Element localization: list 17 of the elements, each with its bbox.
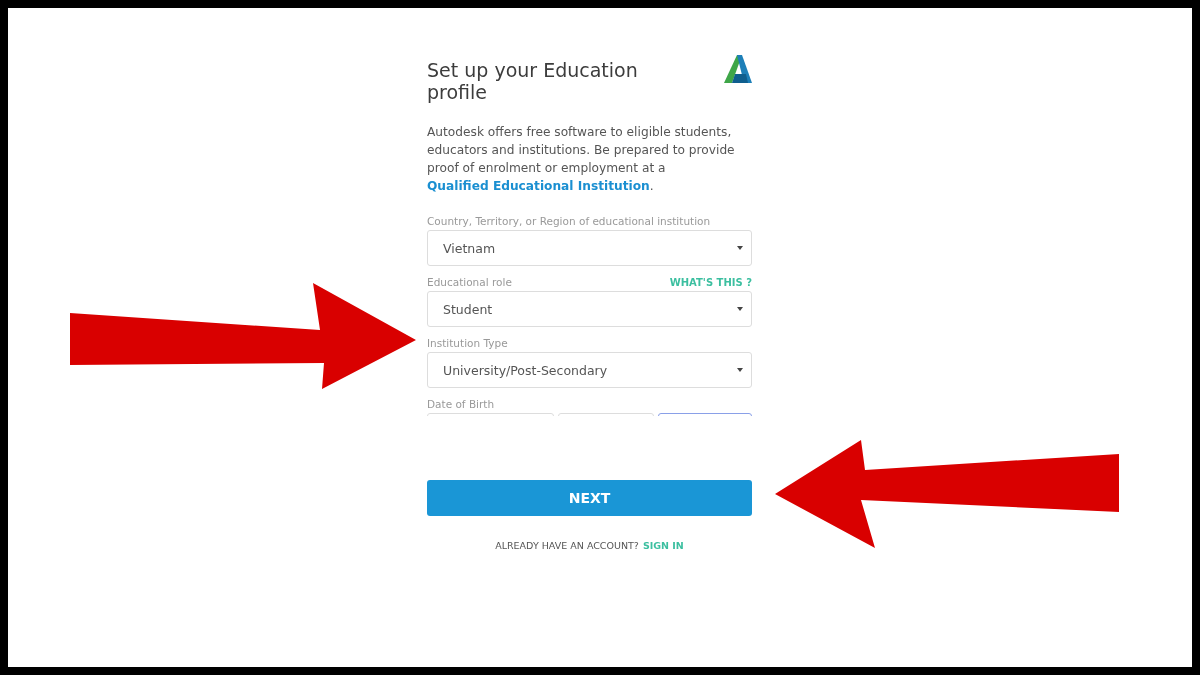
dropdown-field[interactable]: Student <box>427 291 752 327</box>
next-button[interactable]: NEXT <box>427 480 752 516</box>
caret-icon <box>737 246 743 250</box>
account-prompt: ALREADY HAVE AN ACCOUNT? <box>495 540 639 551</box>
caret-icon <box>737 307 743 311</box>
field-label: Date of Birth <box>427 398 495 410</box>
field-label: Educational role <box>427 276 512 288</box>
field-label: Country, Territory, or Region of educational institution <box>427 215 711 227</box>
qualified-institution-link[interactable]: Qualified Educational Institution <box>427 179 650 193</box>
whats-this-link[interactable]: WHAT'S THIS ? <box>669 277 752 288</box>
dropdown-field[interactable]: University/Post-Secondary <box>427 352 752 388</box>
field-label: Institution Type <box>427 337 508 349</box>
page-title: Set up your Education profile <box>427 59 639 103</box>
caret-icon <box>737 368 743 372</box>
sign-in-link[interactable]: SIGN IN <box>642 540 684 551</box>
dropdown-field[interactable]: Vietnam <box>427 230 752 266</box>
intro-paragraph: Autodesk offers free software to eligible students, educators and institutions. Be prepared to provide proof of enrolment or employment at a Qualified Educational Institution. <box>427 124 736 195</box>
